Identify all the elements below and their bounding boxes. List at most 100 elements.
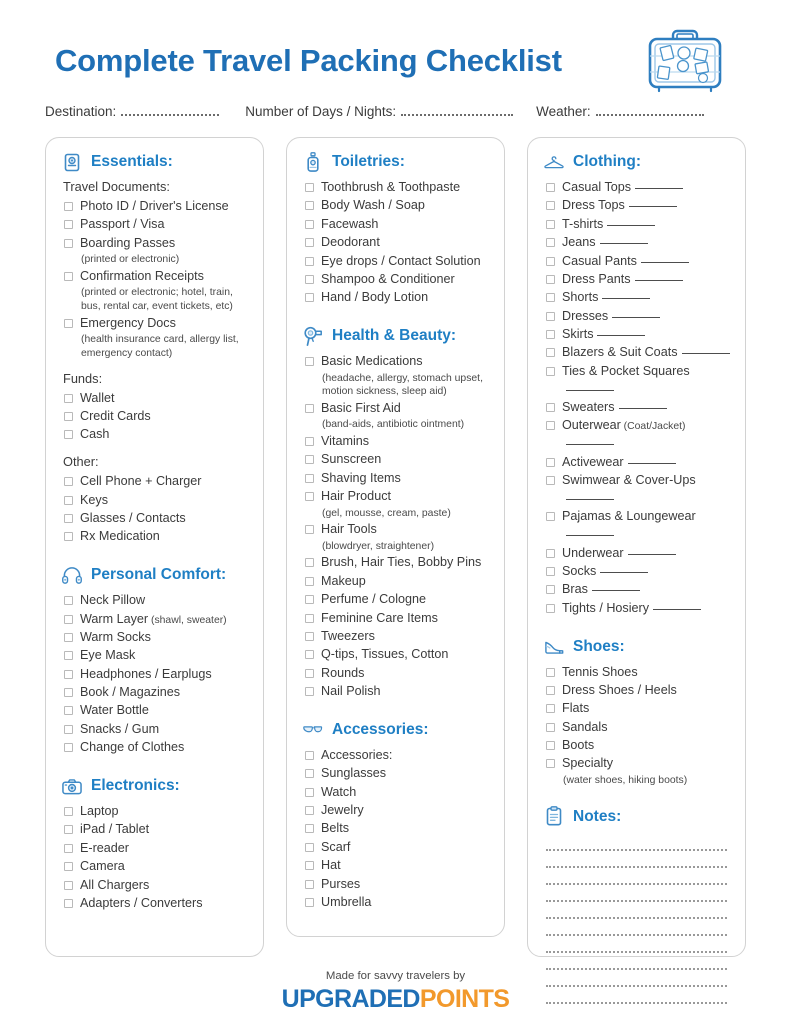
destination-field[interactable]: Destination: (45, 104, 220, 119)
checkbox[interactable] (305, 201, 314, 211)
checkbox[interactable] (305, 631, 314, 641)
checkbox[interactable] (546, 741, 555, 750)
checkbox[interactable] (64, 825, 73, 835)
checkbox[interactable] (546, 238, 555, 248)
checklist-item[interactable]: Camera (62, 858, 249, 876)
notes-write-in-line[interactable] (546, 936, 727, 954)
quantity-write-in-line[interactable] (599, 243, 648, 245)
checkbox[interactable] (305, 861, 314, 871)
checkbox[interactable] (305, 595, 314, 605)
checklist-item[interactable]: Sunscreen (303, 451, 490, 469)
checklist-item[interactable]: Ties & Pocket Squares (544, 363, 731, 399)
checklist-item[interactable]: iPad / Tablet (62, 821, 249, 839)
checkbox[interactable] (64, 898, 73, 908)
checkbox[interactable] (305, 219, 314, 229)
checkbox[interactable] (305, 558, 314, 568)
days-nights-input-line[interactable] (401, 107, 514, 116)
checklist-item[interactable]: Boots (544, 737, 731, 755)
checklist-item[interactable]: Cell Phone + Charger (62, 473, 249, 491)
checkbox[interactable] (305, 897, 314, 907)
checkbox[interactable] (64, 724, 73, 734)
checkbox[interactable] (305, 824, 314, 834)
checklist-item[interactable]: Brush, Hair Ties, Bobby Pins (303, 554, 490, 572)
checklist-item[interactable]: Cash (62, 426, 249, 444)
quantity-write-in-line[interactable] (681, 353, 730, 355)
quantity-write-in-line[interactable] (627, 553, 676, 555)
checklist-item[interactable]: Photo ID / Driver's License (62, 198, 249, 216)
checkbox[interactable] (64, 706, 73, 716)
checkbox[interactable] (305, 613, 314, 623)
checklist-item[interactable]: Purses (303, 876, 490, 894)
checkbox[interactable] (546, 274, 555, 284)
checklist-item[interactable]: Book / Magazines (62, 684, 249, 702)
checklist-item[interactable]: Tennis Shoes (544, 664, 731, 682)
checkbox[interactable] (64, 862, 73, 872)
checkbox[interactable] (546, 759, 555, 769)
checklist-item[interactable]: Dress Tops (544, 197, 731, 215)
destination-input-line[interactable] (121, 107, 220, 116)
checklist-item[interactable]: Wallet (62, 390, 249, 408)
checklist-item[interactable]: Casual Pants (544, 253, 731, 271)
checklist-item[interactable]: Eye drops / Contact Solution (303, 253, 490, 271)
notes-write-in-line[interactable] (546, 919, 727, 937)
checklist-item[interactable]: Sunglasses (303, 765, 490, 783)
checkbox[interactable] (64, 202, 73, 211)
checkbox[interactable] (64, 632, 73, 642)
quantity-write-in-line[interactable] (635, 188, 684, 189)
checklist-item[interactable]: Adapters / Converters (62, 895, 249, 913)
checklist-item[interactable]: Hair Tools (303, 521, 490, 539)
checklist-item[interactable]: Eye Mask (62, 647, 249, 665)
checkbox[interactable] (305, 879, 314, 889)
checkbox[interactable] (546, 219, 555, 229)
checklist-item[interactable]: Warm Socks (62, 629, 249, 647)
quantity-write-in-line[interactable] (600, 571, 649, 573)
checkbox[interactable] (305, 403, 314, 413)
checklist-item[interactable]: Perfume / Cologne (303, 591, 490, 609)
checkbox[interactable] (305, 183, 314, 192)
checklist-item[interactable]: T-shirts (544, 216, 731, 234)
weather-field[interactable]: Weather: (536, 104, 704, 119)
checkbox[interactable] (546, 512, 555, 522)
checklist-item[interactable]: Shaving Items (303, 470, 490, 488)
checkbox[interactable] (305, 357, 314, 367)
quantity-write-in-line[interactable] (566, 389, 614, 391)
checkbox[interactable] (64, 393, 73, 403)
checkbox[interactable] (305, 238, 314, 248)
checklist-item[interactable]: Bras (544, 581, 731, 599)
checklist-item[interactable]: Accessories: (303, 747, 490, 765)
checklist-item[interactable]: Q-tips, Tissues, Cotton (303, 646, 490, 664)
checklist-item[interactable]: Specialty (544, 755, 731, 773)
quantity-write-in-line[interactable] (566, 535, 614, 537)
checklist-item[interactable]: Vitamins (303, 433, 490, 451)
quantity-write-in-line[interactable] (566, 444, 614, 446)
checkbox[interactable] (64, 513, 73, 523)
checkbox[interactable] (64, 318, 73, 328)
checkbox[interactable] (546, 293, 555, 303)
checkbox[interactable] (305, 806, 314, 816)
checkbox[interactable] (546, 585, 555, 595)
checklist-item[interactable]: Flats (544, 700, 731, 718)
checkbox[interactable] (64, 430, 73, 440)
checkbox[interactable] (64, 807, 73, 817)
checkbox[interactable] (64, 238, 73, 248)
checklist-item[interactable]: Tights / Hosiery (544, 600, 731, 618)
checklist-item[interactable]: Pajamas & Loungewear (544, 508, 731, 544)
checkbox[interactable] (546, 722, 555, 732)
checklist-item[interactable]: Emergency Docs (62, 315, 249, 333)
checkbox[interactable] (546, 330, 555, 339)
upgraded-points-logo[interactable]: UPGRADEDPOINTS (0, 985, 791, 1014)
checkbox[interactable] (305, 455, 314, 465)
checklist-item[interactable]: Swimwear & Cover-Ups (544, 472, 731, 508)
checklist-item[interactable]: Headphones / Earplugs (62, 666, 249, 684)
checkbox[interactable] (64, 495, 73, 505)
quantity-write-in-line[interactable] (653, 608, 702, 610)
checklist-item[interactable]: Umbrella (303, 894, 490, 912)
checklist-item[interactable]: Basic First Aid (303, 400, 490, 418)
checkbox[interactable] (546, 366, 555, 376)
notes-write-in-line[interactable] (546, 885, 727, 903)
checklist-item[interactable]: Makeup (303, 573, 490, 591)
checklist-item[interactable]: Dress Shoes / Heels (544, 682, 731, 700)
checkbox[interactable] (64, 477, 73, 487)
checkbox[interactable] (305, 787, 314, 797)
checkbox[interactable] (305, 650, 314, 660)
